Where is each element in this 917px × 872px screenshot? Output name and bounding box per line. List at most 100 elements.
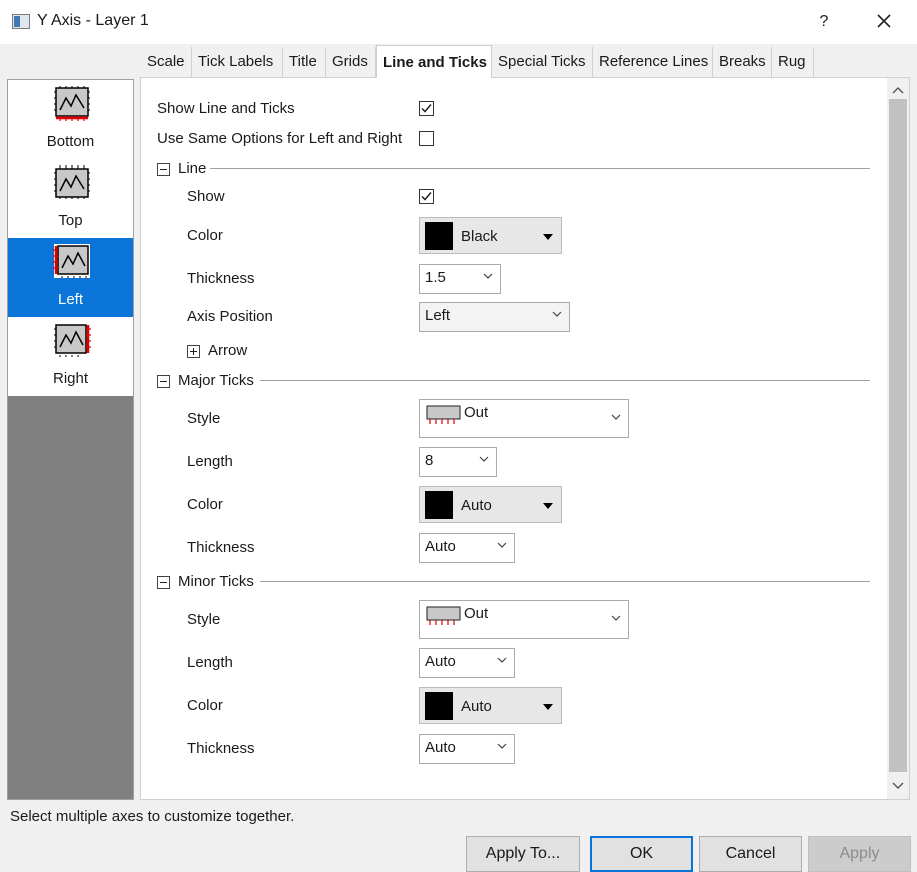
use-same-options-checkbox[interactable]: [419, 131, 434, 146]
major-thickness-value: Auto: [425, 538, 456, 555]
line-show-label: Show: [187, 188, 225, 205]
axis-label-left: Left: [57, 291, 84, 308]
scroll-up-button[interactable]: [887, 80, 909, 100]
line-color-picker[interactable]: Black: [419, 217, 562, 254]
tab-breaks[interactable]: Breaks: [713, 47, 772, 77]
axis-label-right: Right: [52, 370, 89, 387]
minor-thickness-label: Thickness: [187, 740, 255, 757]
minor-ticks-divider: [260, 581, 870, 582]
chevron-down-icon: [479, 456, 489, 462]
apply-to-button[interactable]: Apply To...: [466, 836, 580, 872]
show-line-and-ticks-checkbox[interactable]: [419, 101, 434, 116]
line-section-header: Line: [178, 160, 207, 177]
status-text: Select multiple axes to customize togeth…: [10, 808, 295, 825]
major-ticks-collapse-toggle[interactable]: [157, 375, 170, 388]
axis-item-right[interactable]: Right: [8, 317, 133, 396]
axis-list: Bottom Top Left Right: [7, 79, 134, 800]
tick-style-out-icon: [426, 405, 461, 424]
minor-color-picker[interactable]: Auto: [419, 687, 562, 724]
checkmark-icon: [421, 104, 432, 113]
major-color-value: Auto: [461, 497, 492, 514]
major-thickness-combo[interactable]: Auto: [419, 533, 515, 563]
tab-scale[interactable]: Scale: [141, 47, 192, 77]
dropdown-arrow-icon: [543, 234, 553, 240]
major-thickness-label: Thickness: [187, 539, 255, 556]
chevron-down-icon: [497, 542, 507, 548]
axis-position-label: Axis Position: [187, 308, 273, 325]
tab-special-ticks[interactable]: Special Ticks: [492, 47, 593, 77]
help-button[interactable]: ?: [812, 10, 836, 34]
major-color-picker[interactable]: Auto: [419, 486, 562, 523]
checkmark-icon: [421, 192, 432, 201]
minor-style-select[interactable]: Out: [419, 600, 629, 639]
minor-ticks-section-header: Minor Ticks: [178, 573, 254, 590]
axis-item-left[interactable]: Left: [8, 238, 133, 317]
axis-right-icon: [54, 324, 91, 357]
dropdown-arrow-icon: [543, 503, 553, 509]
minor-thickness-value: Auto: [425, 739, 456, 756]
line-color-label: Color: [187, 227, 223, 244]
tab-grids[interactable]: Grids: [326, 47, 376, 77]
color-swatch: [425, 692, 453, 720]
arrow-expand-toggle[interactable]: [187, 345, 200, 358]
arrow-label: Arrow: [208, 342, 248, 359]
line-thickness-value: 1.5: [425, 269, 446, 286]
axis-label-top: Top: [58, 212, 83, 229]
minor-color-value: Auto: [461, 698, 492, 715]
major-style-value: Out: [464, 404, 489, 421]
major-ticks-section-header: Major Ticks: [178, 372, 254, 389]
show-line-and-ticks-label: Show Line and Ticks: [157, 100, 295, 117]
window-app-icon: [12, 14, 30, 29]
line-thickness-label: Thickness: [187, 270, 255, 287]
chevron-down-icon: [497, 657, 507, 663]
axis-item-top[interactable]: Top: [8, 159, 133, 238]
tab-reference-lines[interactable]: Reference Lines: [593, 47, 713, 77]
line-color-value: Black: [461, 228, 498, 245]
minor-ticks-collapse-toggle[interactable]: [157, 576, 170, 589]
tab-rug[interactable]: Rug: [772, 47, 814, 77]
scrollbar-thumb[interactable]: [889, 99, 907, 772]
line-collapse-toggle[interactable]: [157, 163, 170, 176]
use-same-options-label: Use Same Options for Left and Right: [157, 130, 403, 147]
axis-label-bottom: Bottom: [46, 133, 95, 150]
axis-position-value: Left: [425, 307, 451, 324]
axis-position-select[interactable]: Left: [419, 302, 570, 332]
ok-button[interactable]: OK: [590, 836, 693, 872]
window-title: Y Axis - Layer 1: [37, 12, 149, 29]
tab-line-and-ticks[interactable]: Line and Ticks: [376, 45, 492, 78]
apply-button[interactable]: Apply: [808, 836, 911, 872]
major-color-label: Color: [187, 496, 223, 513]
chevron-down-icon: [611, 615, 621, 621]
axis-top-icon: [54, 165, 90, 199]
chevron-up-icon: [892, 87, 904, 94]
chevron-down-icon: [552, 311, 562, 317]
cancel-button[interactable]: Cancel: [699, 836, 802, 872]
axis-item-bottom[interactable]: Bottom: [8, 80, 133, 159]
minor-thickness-combo[interactable]: Auto: [419, 734, 515, 764]
tab-title[interactable]: Title: [283, 47, 326, 77]
scroll-down-button[interactable]: [887, 777, 909, 797]
chevron-down-icon: [611, 414, 621, 420]
minor-length-combo[interactable]: Auto: [419, 648, 515, 678]
axis-bottom-icon: [54, 86, 90, 121]
line-show-checkbox[interactable]: [419, 189, 434, 204]
minor-length-label: Length: [187, 654, 233, 671]
dropdown-arrow-icon: [543, 704, 553, 710]
major-style-select[interactable]: Out: [419, 399, 629, 438]
major-length-label: Length: [187, 453, 233, 470]
close-button[interactable]: [872, 9, 896, 33]
tick-style-out-icon: [426, 606, 461, 625]
minor-style-value: Out: [464, 605, 489, 622]
tab-tick-labels[interactable]: Tick Labels: [192, 47, 283, 77]
line-thickness-combo[interactable]: 1.5: [419, 264, 501, 294]
chevron-down-icon: [483, 273, 493, 279]
minor-length-value: Auto: [425, 653, 456, 670]
major-length-combo[interactable]: 8: [419, 447, 497, 477]
major-style-label: Style: [187, 410, 221, 427]
color-swatch: [425, 222, 453, 250]
color-swatch: [425, 491, 453, 519]
chevron-down-icon: [892, 782, 904, 789]
minor-style-label: Style: [187, 611, 221, 628]
chevron-down-icon: [497, 743, 507, 749]
axis-left-icon: [53, 244, 90, 278]
